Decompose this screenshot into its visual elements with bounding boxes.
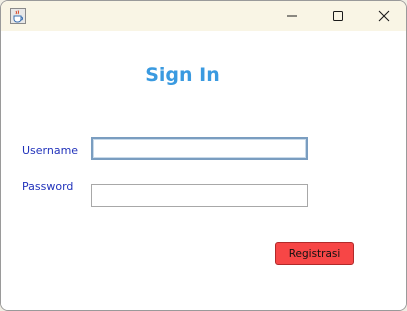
- maximize-icon: [332, 10, 344, 22]
- app-window: Sign In Username Password Registrasi: [0, 0, 407, 311]
- java-coffee-cup-icon[interactable]: [10, 8, 26, 24]
- username-field[interactable]: [91, 137, 308, 160]
- page-title: Sign In: [145, 64, 220, 86]
- close-button[interactable]: [361, 1, 406, 31]
- register-button[interactable]: Registrasi: [275, 242, 354, 265]
- minimize-button[interactable]: [269, 1, 315, 31]
- maximize-button[interactable]: [315, 1, 361, 31]
- password-label: Password: [22, 180, 74, 193]
- username-label: Username: [22, 144, 79, 157]
- close-icon: [378, 10, 390, 22]
- minimize-icon: [286, 10, 298, 22]
- sign-in-panel: Sign In Username Password Registrasi: [1, 31, 406, 310]
- password-field[interactable]: [91, 184, 308, 207]
- title-bar[interactable]: [1, 1, 406, 31]
